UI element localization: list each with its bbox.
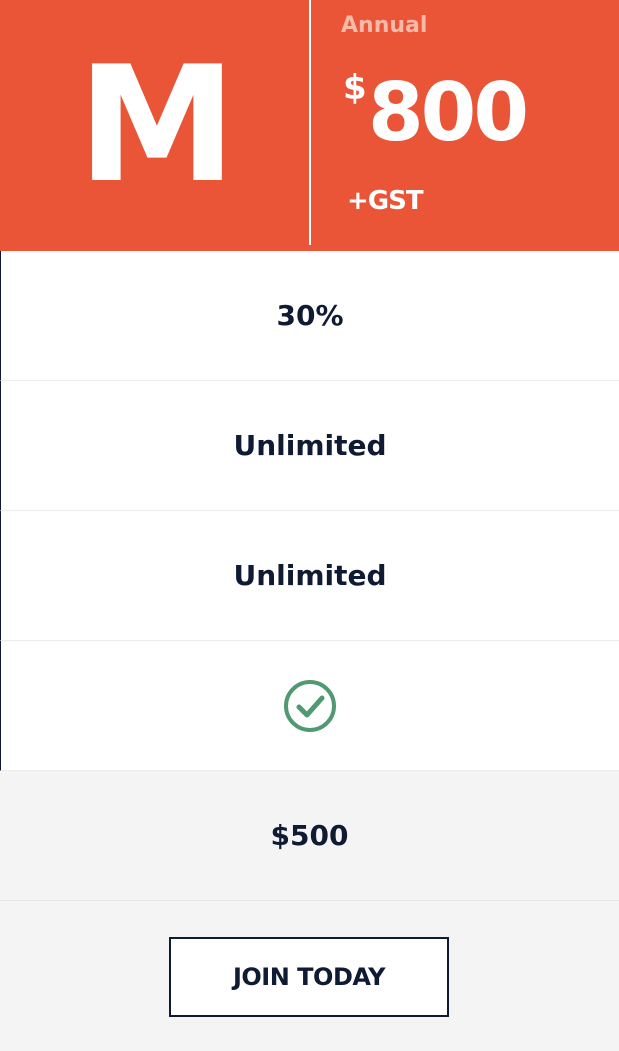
currency-symbol: $ <box>343 68 367 108</box>
feature-value: Unlimited <box>233 559 387 592</box>
feature-rows: 30% Unlimited Unlimited $500 <box>0 251 619 901</box>
plan-tier-letter: M <box>77 31 236 218</box>
plan-period-label: Annual <box>341 13 428 38</box>
feature-value: $500 <box>270 819 349 852</box>
check-circle-icon <box>284 679 336 732</box>
plan-header: M Annual $ 800 +GST <box>0 0 619 251</box>
feature-row: 30% <box>0 251 619 381</box>
plan-price: 800 <box>368 66 529 159</box>
feature-row: $500 <box>0 771 619 901</box>
feature-value: Unlimited <box>233 429 387 462</box>
feature-value: 30% <box>276 299 344 332</box>
feature-row: Unlimited <box>0 511 619 641</box>
tax-note: +GST <box>347 186 424 216</box>
join-today-button[interactable]: JOIN TODAY <box>169 937 449 1017</box>
header-divider <box>309 0 311 245</box>
pricing-card: M Annual $ 800 +GST 30% Unlimited Unlimi… <box>0 0 619 1051</box>
cta-area: JOIN TODAY <box>0 901 619 1051</box>
feature-row: Unlimited <box>0 381 619 511</box>
feature-row <box>0 641 619 771</box>
